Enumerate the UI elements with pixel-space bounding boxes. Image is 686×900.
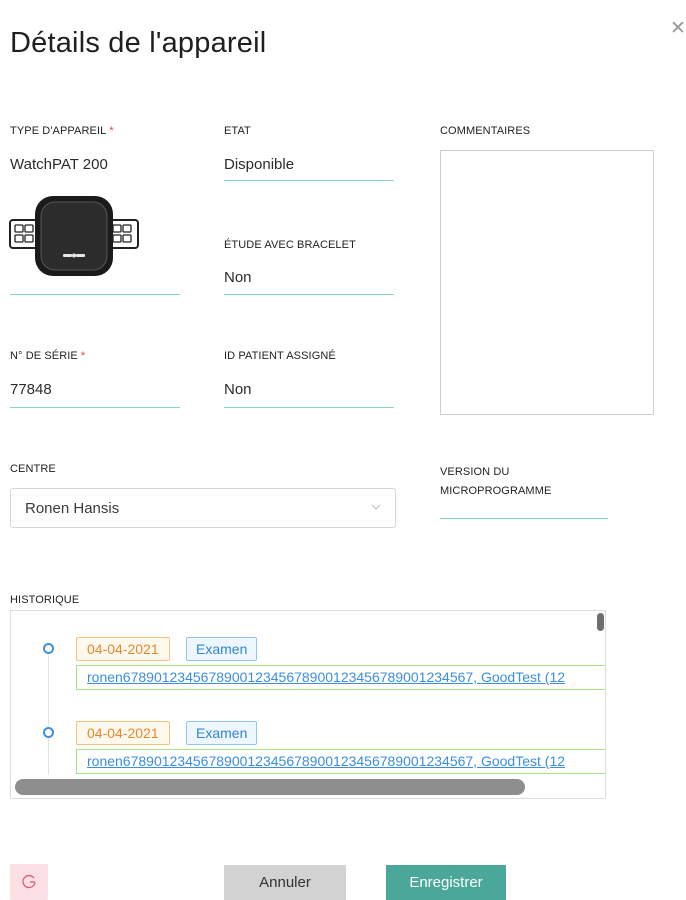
history-type-tag: Examen <box>186 721 258 745</box>
device-type-underline <box>10 294 180 295</box>
assigned-patient-underline <box>224 407 394 408</box>
firmware-underline <box>440 518 608 519</box>
history-link-box: ronen67890123456789001234567890012345678… <box>76 749 605 774</box>
required-mark: * <box>80 350 86 362</box>
serial-label: N° DE SÉRIE * <box>10 350 85 362</box>
firmware-label-line1: VERSION DU <box>440 466 510 478</box>
comments-textarea[interactable] <box>440 150 654 415</box>
bracelet-study-value[interactable]: Non <box>224 269 252 286</box>
history-label: HISTORIQUE <box>10 594 80 606</box>
device-type-label: TYPE D'APPAREIL * <box>10 125 114 137</box>
history-study-link[interactable]: ronen67890123456789001234567890012345678… <box>87 669 565 685</box>
required-mark: * <box>109 125 114 137</box>
state-underline <box>224 180 394 181</box>
save-button[interactable]: Enregistrer <box>386 865 506 900</box>
refresh-icon <box>22 874 36 889</box>
state-label: ETAT <box>224 125 251 137</box>
state-value[interactable]: Disponible <box>224 156 294 173</box>
chevron-down-icon <box>371 504 381 510</box>
center-select[interactable]: Ronen Hansis <box>10 488 396 528</box>
refresh-button[interactable] <box>10 864 48 900</box>
device-type-value: WatchPAT 200 <box>10 156 108 173</box>
bracelet-study-underline <box>224 294 394 295</box>
timeline-dot-icon <box>43 643 54 654</box>
vertical-scrollbar[interactable] <box>597 613 604 631</box>
watchpat-device-icon <box>9 196 139 276</box>
assigned-patient-value[interactable]: Non <box>224 381 252 398</box>
center-select-value: Ronen Hansis <box>25 500 120 517</box>
history-type-tag: Examen <box>186 637 258 661</box>
device-type-label-text: TYPE D'APPAREIL <box>10 125 107 137</box>
bracelet-study-label: ÉTUDE AVEC BRACELET <box>224 239 356 251</box>
history-panel[interactable]: 04-04-2021 Examen ronen67890123456789001… <box>10 610 606 799</box>
dialog-title: Détails de l'appareil <box>10 27 267 59</box>
history-date-tag: 04-04-2021 <box>76 721 170 745</box>
close-icon[interactable]: ✕ <box>670 18 686 38</box>
history-link-box: ronen67890123456789001234567890012345678… <box>76 665 605 690</box>
timeline-line <box>48 655 49 775</box>
horizontal-scrollbar[interactable] <box>15 779 525 795</box>
history-date-tag: 04-04-2021 <box>76 637 170 661</box>
history-study-link[interactable]: ronen67890123456789001234567890012345678… <box>87 753 565 769</box>
cancel-button[interactable]: Annuler <box>224 865 346 900</box>
serial-label-text: N° DE SÉRIE <box>10 350 78 362</box>
timeline-dot-icon <box>43 727 54 738</box>
serial-value[interactable]: 77848 <box>10 381 52 398</box>
assigned-patient-label: ID PATIENT ASSIGNÉ <box>224 350 336 362</box>
serial-underline <box>10 407 180 408</box>
firmware-label-line2: MICROPROGRAMME <box>440 485 552 497</box>
center-label: CENTRE <box>10 463 56 475</box>
comments-label: COMMENTAIRES <box>440 125 531 137</box>
